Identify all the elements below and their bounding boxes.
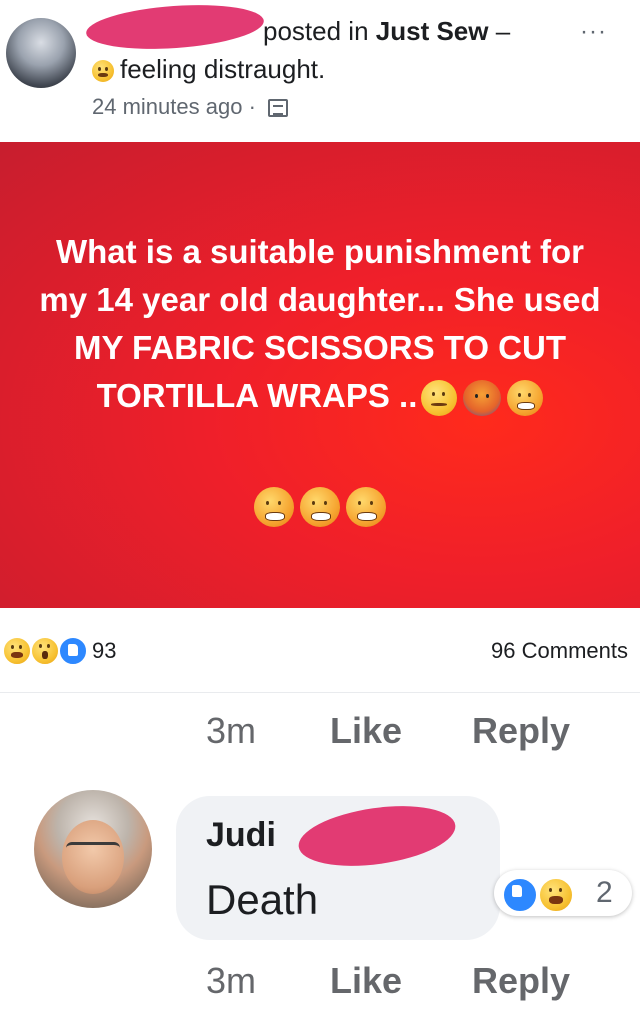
post-timestamp: 24 minutes ago · (92, 94, 289, 120)
wow-icon (30, 636, 60, 666)
angry-face-emoji-icon (300, 487, 340, 527)
posted-in-text: posted in (263, 16, 369, 46)
commenter-avatar[interactable] (34, 790, 152, 908)
devil-emoji-icon (463, 380, 502, 417)
post-header: posted in Just Sew – ··· feeling distrau… (0, 0, 640, 132)
banner-emoji-row (0, 487, 640, 527)
comment-like-button[interactable]: Like (330, 710, 402, 752)
time-separator: · (248, 94, 256, 119)
poster-avatar[interactable] (6, 18, 76, 88)
audience-icon[interactable] (268, 99, 289, 118)
commenter-name[interactable]: Judi (206, 816, 276, 855)
comment-reply-button[interactable]: Reply (472, 960, 570, 1002)
more-options-icon[interactable]: ··· (580, 18, 607, 46)
avatar-glasses (66, 842, 120, 859)
like-icon (502, 877, 538, 913)
feeling-text: feeling distraught. (120, 54, 326, 84)
redacted-poster-name (84, 0, 266, 55)
angry-face-emoji-icon (507, 380, 544, 417)
post-banner: What is a suitable punishment for my 14 … (0, 142, 640, 608)
like-icon (58, 636, 88, 666)
banner-text-block: What is a suitable punishment for my 14 … (30, 228, 610, 420)
comment-reactions-pill[interactable]: 2 (494, 870, 632, 916)
comment-time: 3m (206, 960, 257, 1001)
posted-in-line: posted in Just Sew – (263, 16, 510, 47)
comment-like-button[interactable]: Like (330, 960, 402, 1002)
haha-icon (2, 636, 32, 666)
feeling-emoji-icon (92, 60, 114, 83)
comments-count[interactable]: 96 Comments (491, 638, 628, 664)
angry-face-emoji-icon (254, 487, 294, 527)
reaction-count[interactable]: 93 (92, 638, 116, 664)
angry-face-emoji-icon (346, 487, 386, 527)
haha-icon (538, 877, 574, 913)
reactions-bar[interactable]: 93 96 Comments (0, 628, 640, 678)
time-text[interactable]: 24 minutes ago (92, 94, 242, 119)
comment-reaction-count: 2 (596, 876, 613, 909)
group-dash: – (495, 16, 511, 46)
comment-reply-button[interactable]: Reply (472, 710, 570, 752)
comment-time: 3m (206, 710, 257, 751)
group-name-link[interactable]: Just Sew (376, 16, 489, 46)
comment-text: Death (206, 876, 319, 923)
divider (0, 692, 640, 693)
judi-comment-actions-row: 3m Like Reply (0, 960, 640, 1004)
comment-actions-row: 3m Like Reply (0, 710, 640, 754)
feeling-line: feeling distraught. (92, 54, 325, 85)
neutral-face-emoji-icon (421, 380, 458, 417)
